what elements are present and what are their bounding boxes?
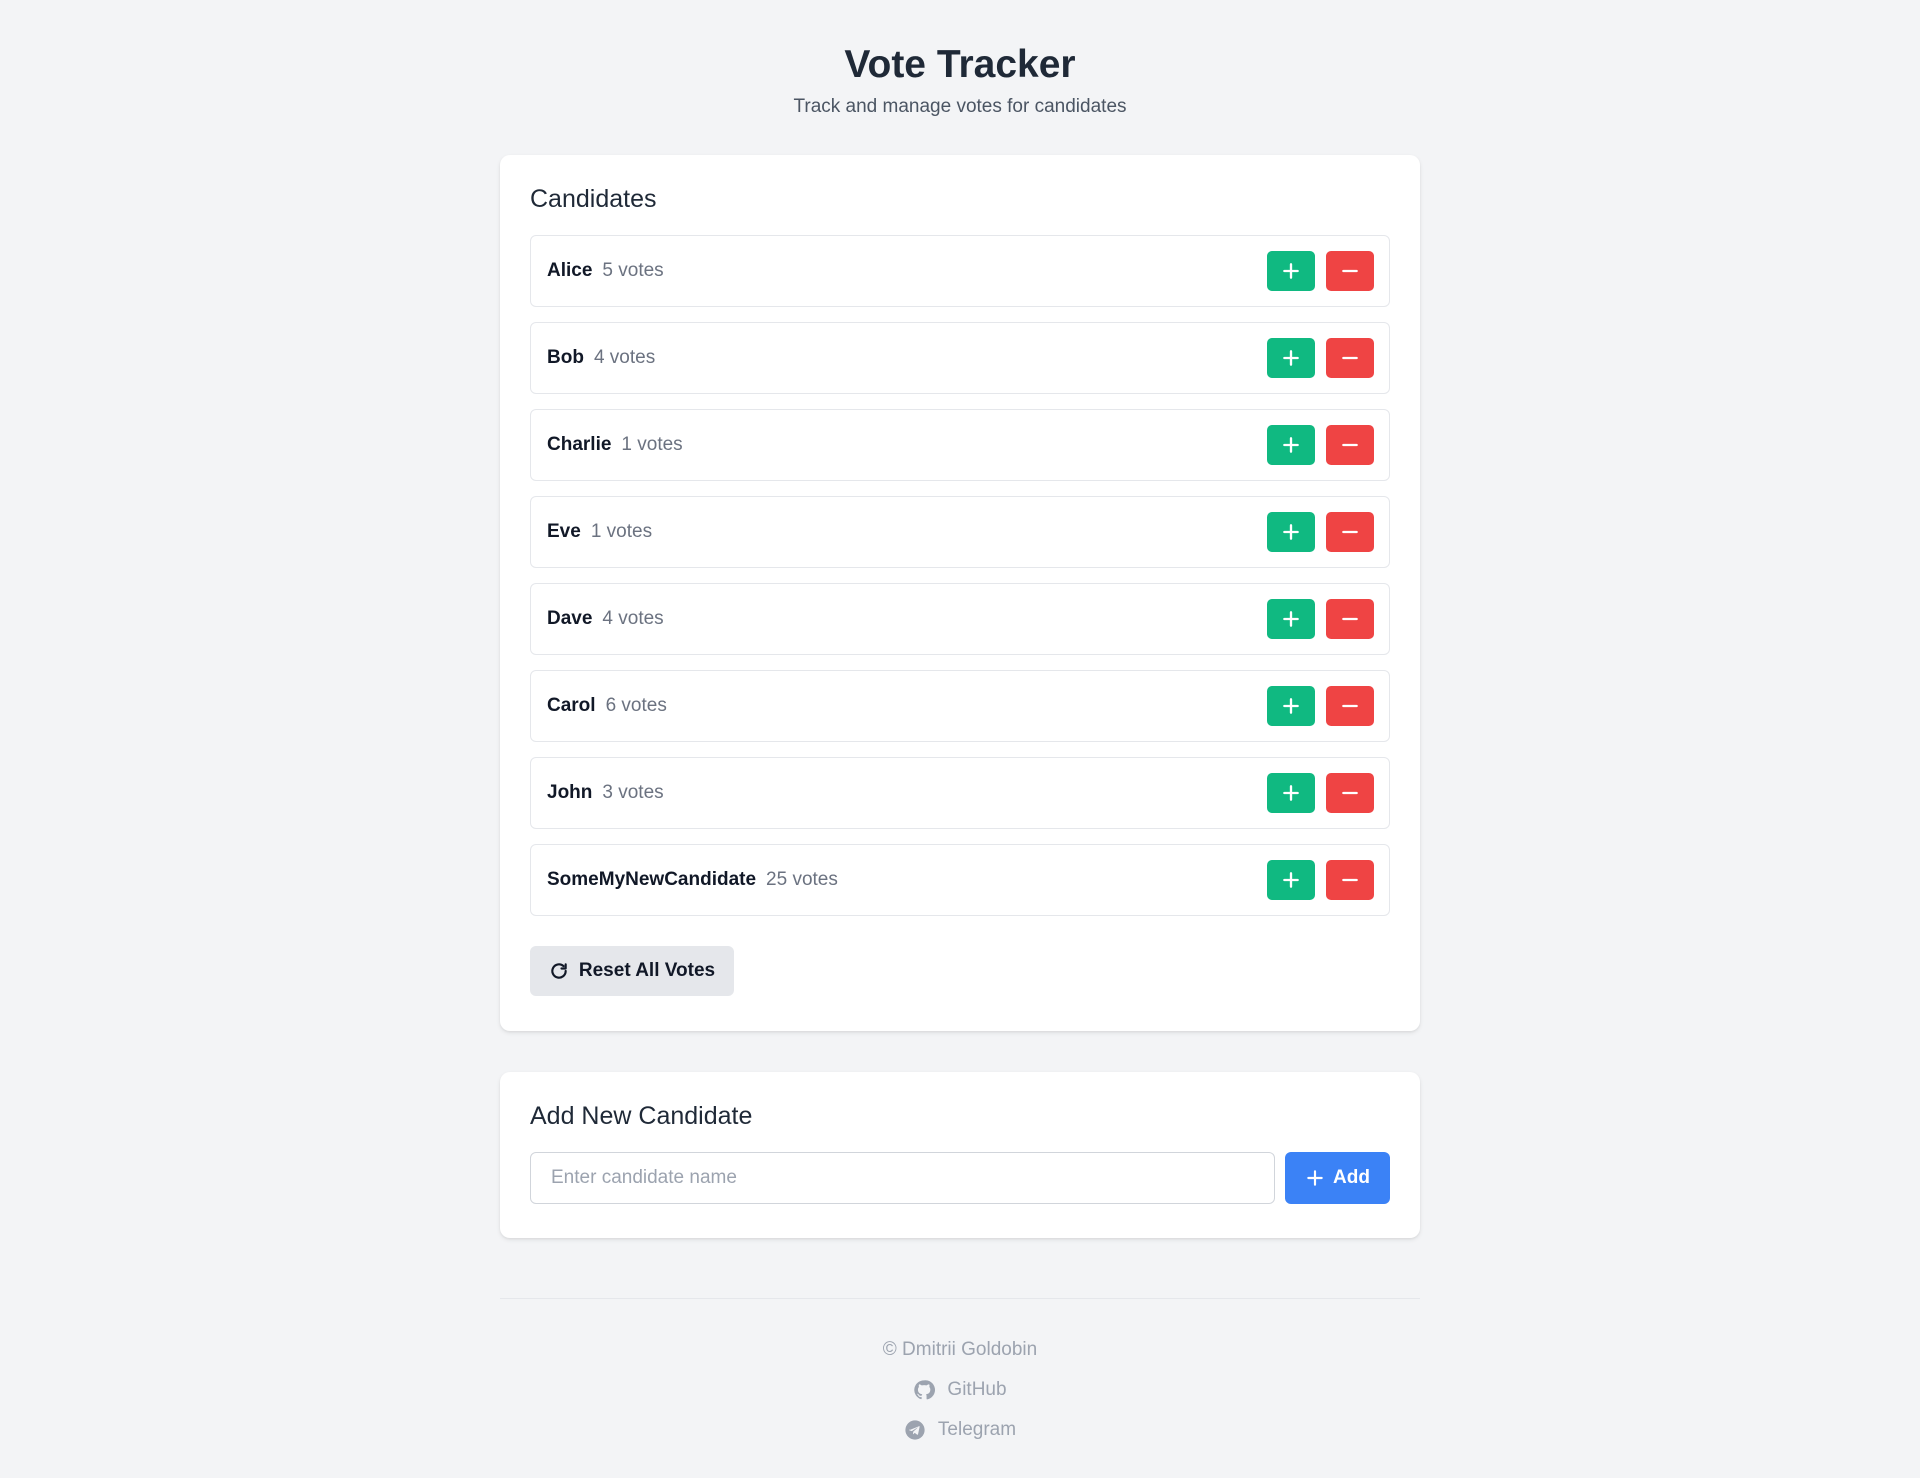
remove-vote-button[interactable]	[1326, 773, 1374, 813]
vote-actions	[1267, 338, 1374, 378]
github-link[interactable]: GitHub	[913, 1379, 1007, 1401]
candidate-name: Eve	[547, 521, 581, 542]
minus-icon	[1342, 443, 1358, 447]
github-icon	[914, 1380, 936, 1400]
add-vote-button[interactable]	[1267, 425, 1315, 465]
candidate-vote-count: 4 votes	[602, 608, 664, 629]
candidate-row: Alice 5 votes	[530, 235, 1390, 307]
copyright: © Dmitrii Goldobin	[0, 1330, 1920, 1370]
add-candidate-button[interactable]: Add	[1285, 1152, 1390, 1204]
remove-vote-button[interactable]	[1326, 512, 1374, 552]
plus-icon	[1283, 698, 1299, 714]
candidate-vote-count: 5 votes	[602, 260, 664, 281]
add-candidate-label: Add	[1333, 1167, 1370, 1188]
minus-icon	[1342, 617, 1358, 621]
candidate-name: Dave	[547, 608, 593, 629]
candidate-info: Bob 4 votes	[547, 347, 655, 369]
candidate-vote-count: 25 votes	[766, 869, 838, 890]
candidate-row: Carol 6 votes	[530, 670, 1390, 742]
candidate-name: John	[547, 782, 593, 803]
candidate-name: Carol	[547, 695, 596, 716]
remove-vote-button[interactable]	[1326, 251, 1374, 291]
remove-vote-button[interactable]	[1326, 686, 1374, 726]
remove-vote-button[interactable]	[1326, 425, 1374, 465]
add-vote-button[interactable]	[1267, 512, 1315, 552]
telegram-label: Telegram	[937, 1419, 1017, 1440]
page-title: Vote Tracker	[844, 43, 1076, 86]
add-vote-button[interactable]	[1267, 338, 1315, 378]
plus-icon	[1283, 611, 1299, 627]
minus-icon	[1342, 269, 1358, 273]
plus-icon	[1283, 437, 1299, 453]
page: Vote Tracker Track and manage votes for …	[0, 0, 1920, 1478]
github-label: GitHub	[947, 1379, 1007, 1400]
candidates-heading: Candidates	[530, 185, 657, 213]
add-vote-button[interactable]	[1267, 599, 1315, 639]
add-candidate-form: Add	[530, 1152, 1390, 1204]
add-vote-button[interactable]	[1267, 251, 1315, 291]
candidate-list: Alice 5 votes Bob 4 votes Charlie 1 vote…	[530, 235, 1390, 916]
plus-icon	[1283, 872, 1299, 888]
add-vote-button[interactable]	[1267, 860, 1315, 900]
minus-icon	[1342, 791, 1358, 795]
candidate-info: Carol 6 votes	[547, 695, 667, 717]
reset-all-votes-button[interactable]: Reset All Votes	[530, 946, 734, 996]
minus-icon	[1342, 530, 1358, 534]
plus-icon	[1307, 1170, 1323, 1186]
candidate-row: SomeMyNewCandidate 25 votes	[530, 844, 1390, 916]
candidate-info: John 3 votes	[547, 782, 664, 804]
plus-icon	[1283, 263, 1299, 279]
candidates-card: Candidates Alice 5 votes Bob 4 votes Cha…	[500, 155, 1420, 1031]
remove-vote-button[interactable]	[1326, 338, 1374, 378]
minus-icon	[1342, 356, 1358, 360]
minus-icon	[1342, 704, 1358, 708]
vote-actions	[1267, 512, 1374, 552]
candidate-name-input[interactable]	[530, 1152, 1275, 1204]
minus-icon	[1342, 878, 1358, 882]
candidate-name: Alice	[547, 260, 593, 281]
copyright-text: © Dmitrii Goldobin	[882, 1339, 1038, 1360]
page-footer: © Dmitrii Goldobin GitHub Telegram	[0, 1330, 1920, 1450]
add-vote-button[interactable]	[1267, 773, 1315, 813]
candidate-vote-count: 6 votes	[605, 695, 667, 716]
candidate-info: SomeMyNewCandidate 25 votes	[547, 869, 838, 891]
add-vote-button[interactable]	[1267, 686, 1315, 726]
candidate-vote-count: 3 votes	[602, 782, 664, 803]
candidate-info: Dave 4 votes	[547, 608, 664, 630]
candidate-vote-count: 1 votes	[590, 521, 653, 542]
vote-actions	[1267, 686, 1374, 726]
candidate-name: Charlie	[547, 434, 612, 455]
add-candidate-card: Add New Candidate Add	[500, 1072, 1420, 1238]
vote-actions	[1267, 599, 1374, 639]
vote-actions	[1267, 860, 1374, 900]
page-subtitle: Track and manage votes for candidates	[793, 96, 1127, 117]
candidate-vote-count: 1 votes	[621, 434, 683, 455]
candidate-vote-count: 4 votes	[593, 347, 656, 368]
candidate-info: Charlie 1 votes	[547, 434, 683, 456]
remove-vote-button[interactable]	[1326, 860, 1374, 900]
add-candidate-heading: Add New Candidate	[530, 1102, 753, 1130]
candidate-info: Alice 5 votes	[547, 260, 664, 282]
reset-all-votes-label: Reset All Votes	[578, 960, 716, 981]
footer-divider	[500, 1298, 1420, 1299]
vote-actions	[1267, 251, 1374, 291]
page-header: Vote Tracker Track and manage votes for …	[0, 0, 1920, 118]
remove-vote-button[interactable]	[1326, 599, 1374, 639]
candidate-name: SomeMyNewCandidate	[547, 869, 757, 890]
vote-actions	[1267, 425, 1374, 465]
candidate-row: John 3 votes	[530, 757, 1390, 829]
refresh-icon	[551, 963, 567, 979]
vote-actions	[1267, 773, 1374, 813]
telegram-icon	[905, 1420, 925, 1440]
candidate-row: Bob 4 votes	[530, 322, 1390, 394]
candidate-row: Charlie 1 votes	[530, 409, 1390, 481]
candidate-info: Eve 1 votes	[547, 521, 652, 543]
plus-icon	[1283, 524, 1299, 540]
telegram-link[interactable]: Telegram	[904, 1419, 1016, 1441]
plus-icon	[1283, 350, 1299, 366]
plus-icon	[1283, 785, 1299, 801]
candidate-name: Bob	[547, 347, 584, 368]
candidate-row: Eve 1 votes	[530, 496, 1390, 568]
candidate-row: Dave 4 votes	[530, 583, 1390, 655]
